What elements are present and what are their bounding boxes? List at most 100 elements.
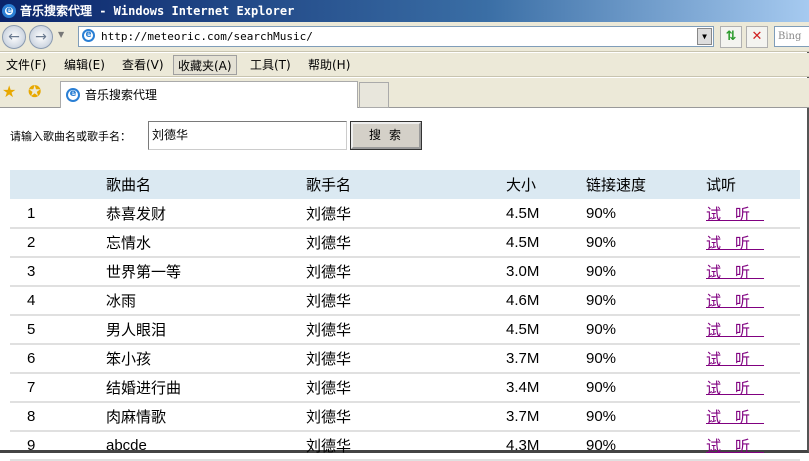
cell-song: 世界第一等 — [106, 257, 306, 287]
search-input[interactable]: 刘德华 — [148, 121, 347, 150]
table-row: 8 肉麻情歌 刘德华 3.7M 90% 试听 — [10, 402, 800, 432]
cell-speed: 90% — [586, 199, 706, 229]
table-row: 9 abcde 刘德华 4.3M 90% 试听 — [10, 431, 800, 461]
cell-no: 8 — [10, 402, 106, 432]
table-header: 歌曲名 歌手名 大小 链接速度 试听 — [10, 170, 800, 199]
cell-song: 恭喜发财 — [106, 199, 306, 229]
cell-listen: 试听 — [706, 228, 800, 258]
cell-listen: 试听 — [706, 373, 800, 403]
stop-button[interactable]: ✕ — [746, 26, 768, 48]
header-no — [10, 170, 106, 199]
cell-size: 4.6M — [506, 286, 586, 316]
cell-size: 4.3M — [506, 431, 586, 461]
header-song: 歌曲名 — [106, 170, 306, 199]
table-row: 7 结婚进行曲 刘德华 3.4M 90% 试听 — [10, 373, 800, 403]
cell-singer: 刘德华 — [306, 402, 506, 432]
cell-no: 2 — [10, 228, 106, 258]
cell-speed: 90% — [586, 373, 706, 403]
cell-size: 3.0M — [506, 257, 586, 287]
menu-view[interactable]: 查看(V) — [118, 55, 168, 75]
listen-link[interactable]: 试听 — [706, 351, 764, 368]
cell-no: 4 — [10, 286, 106, 316]
table-row: 4 冰雨 刘德华 4.6M 90% 试听 — [10, 286, 800, 316]
forward-button[interactable]: → — [29, 25, 53, 49]
page-icon: e — [82, 29, 95, 42]
cell-singer: 刘德华 — [306, 228, 506, 258]
cell-listen: 试听 — [706, 402, 800, 432]
results-table: 歌曲名 歌手名 大小 链接速度 试听 1 恭喜发财 刘德华 4.5M 90% 试听 2 忘情水… — [10, 170, 800, 461]
new-tab-button[interactable] — [359, 82, 389, 108]
table-row: 5 男人眼泪 刘德华 4.5M 90% 试听 — [10, 315, 800, 345]
cell-speed: 90% — [586, 286, 706, 316]
ie-logo-icon: e — [2, 4, 16, 18]
back-button[interactable]: ← — [2, 25, 26, 49]
cell-speed: 90% — [586, 228, 706, 258]
header-size: 大小 — [506, 170, 586, 199]
listen-link[interactable]: 试听 — [706, 293, 764, 310]
refresh-button[interactable]: ⇅ — [720, 26, 742, 48]
cell-speed: 90% — [586, 315, 706, 345]
cell-no: 3 — [10, 257, 106, 287]
listen-link[interactable]: 试听 — [706, 438, 764, 455]
listen-link[interactable]: 试听 — [706, 235, 764, 252]
cell-singer: 刘德华 — [306, 286, 506, 316]
cell-singer: 刘德华 — [306, 431, 506, 461]
window-title: 音乐搜索代理 - Windows Internet Explorer — [20, 4, 295, 18]
cell-speed: 90% — [586, 257, 706, 287]
cell-singer: 刘德华 — [306, 373, 506, 403]
add-favorite-icon[interactable]: ✪ — [28, 82, 41, 101]
favorites-bar: ★ ✪ e 音乐搜索代理 — [0, 78, 809, 108]
cell-song: abcde — [106, 431, 306, 461]
url-text: http://meteoric.com/searchMusic/ — [101, 30, 313, 43]
search-button[interactable]: 搜索 — [350, 121, 422, 150]
cell-no: 1 — [10, 199, 106, 229]
tab-current[interactable]: e 音乐搜索代理 — [60, 81, 358, 108]
listen-link[interactable]: 试听 — [706, 206, 764, 223]
menu-tools[interactable]: 工具(T) — [246, 55, 295, 75]
cell-song: 笨小孩 — [106, 344, 306, 374]
cell-no: 9 — [10, 431, 106, 461]
cell-song: 男人眼泪 — [106, 315, 306, 345]
cell-song: 肉麻情歌 — [106, 402, 306, 432]
header-speed: 链接速度 — [586, 170, 706, 199]
header-singer: 歌手名 — [306, 170, 506, 199]
menu-edit[interactable]: 编辑(E) — [60, 55, 109, 75]
cell-speed: 90% — [586, 402, 706, 432]
cell-size: 3.7M — [506, 402, 586, 432]
cell-singer: 刘德华 — [306, 315, 506, 345]
cell-listen: 试听 — [706, 315, 800, 345]
cell-singer: 刘德华 — [306, 344, 506, 374]
menu-bar: 文件(F) 编辑(E) 查看(V) 收藏夹(A) 工具(T) 帮助(H) — [0, 53, 809, 77]
menu-help[interactable]: 帮助(H) — [304, 55, 354, 75]
url-dropdown-icon[interactable]: ▼ — [697, 28, 712, 45]
header-listen: 试听 — [706, 170, 800, 199]
menu-favorites[interactable]: 收藏夹(A) — [173, 55, 237, 75]
tab-page-icon: e — [66, 88, 80, 102]
table-row: 3 世界第一等 刘德华 3.0M 90% 试听 — [10, 257, 800, 287]
cell-size: 3.4M — [506, 373, 586, 403]
url-input[interactable]: e http://meteoric.com/searchMusic/ ▼ — [78, 26, 714, 47]
cell-size: 4.5M — [506, 315, 586, 345]
listen-link[interactable]: 试听 — [706, 322, 764, 339]
cell-size: 4.5M — [506, 199, 586, 229]
menu-file[interactable]: 文件(F) — [2, 55, 50, 75]
cell-size: 4.5M — [506, 228, 586, 258]
history-dropdown-icon[interactable]: ▼ — [58, 30, 64, 39]
cell-listen: 试听 — [706, 431, 800, 461]
cell-speed: 90% — [586, 431, 706, 461]
cell-singer: 刘德华 — [306, 257, 506, 287]
cell-song: 忘情水 — [106, 228, 306, 258]
table-row: 2 忘情水 刘德华 4.5M 90% 试听 — [10, 228, 800, 258]
listen-link[interactable]: 试听 — [706, 380, 764, 397]
search-box[interactable]: Bing — [774, 26, 809, 47]
favorites-star-icon[interactable]: ★ — [2, 82, 16, 101]
tab-title: 音乐搜索代理 — [85, 88, 158, 102]
listen-link[interactable]: 试听 — [706, 409, 764, 426]
cell-song: 冰雨 — [106, 286, 306, 316]
table-row: 6 笨小孩 刘德华 3.7M 90% 试听 — [10, 344, 800, 374]
window-title-bar: e 音乐搜索代理 - Windows Internet Explorer — [0, 0, 809, 22]
cell-no: 5 — [10, 315, 106, 345]
cell-listen: 试听 — [706, 199, 800, 229]
search-label: 请输入歌曲名或歌手名： — [10, 130, 131, 143]
listen-link[interactable]: 试听 — [706, 264, 764, 281]
